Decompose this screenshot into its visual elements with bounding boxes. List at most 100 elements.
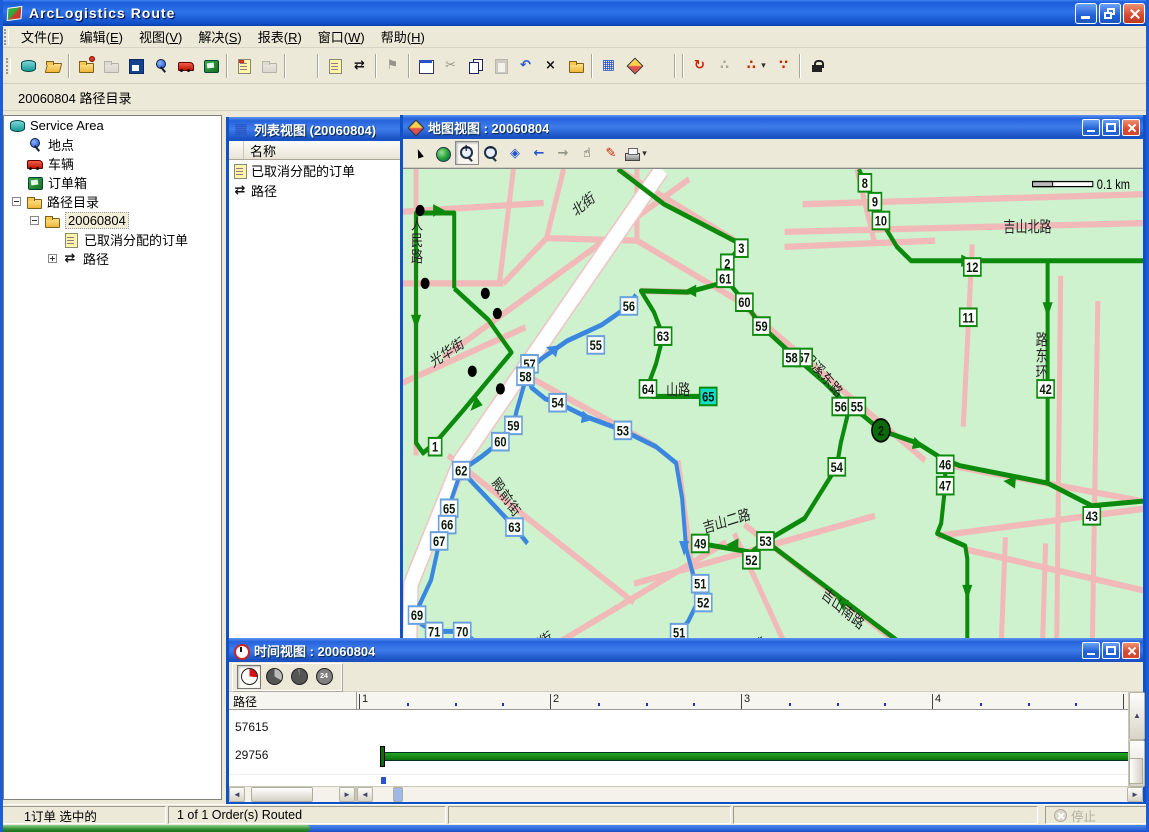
sequence-button[interactable]: ∴▾ bbox=[737, 53, 771, 79]
route-row-label[interactable]: 57615 bbox=[235, 720, 268, 734]
collapse-icon[interactable] bbox=[30, 216, 39, 225]
save-button[interactable] bbox=[123, 53, 148, 79]
new-database-button[interactable] bbox=[15, 53, 40, 79]
menu-window[interactable]: 窗口(W) bbox=[310, 25, 373, 48]
menu-help[interactable]: 帮助(H) bbox=[373, 25, 433, 48]
map-view-titlebar[interactable]: 地图视图 : 20060804 bbox=[403, 115, 1143, 139]
route-row-label[interactable]: 29756 bbox=[235, 748, 268, 762]
lock-button[interactable] bbox=[804, 53, 829, 79]
selected-stop-marker[interactable]: 65 bbox=[700, 388, 717, 406]
stop-marker[interactable]: 3 bbox=[735, 239, 748, 257]
dropdown-caret-icon[interactable]: ▾ bbox=[761, 60, 766, 71]
tree-item-locations[interactable]: 地点 bbox=[4, 135, 221, 154]
minimize-button[interactable] bbox=[1075, 3, 1097, 24]
collapse-icon[interactable] bbox=[12, 197, 21, 206]
stop-marker[interactable]: 56 bbox=[620, 297, 637, 315]
unassigned-order-dot[interactable] bbox=[468, 366, 477, 377]
stop-marker[interactable]: 60 bbox=[736, 293, 753, 311]
list-view-button[interactable]: ▦ bbox=[596, 53, 621, 79]
unassigned-order-dot[interactable] bbox=[416, 205, 425, 216]
stop-marker[interactable]: 10 bbox=[872, 212, 889, 230]
stop-marker[interactable]: 12 bbox=[964, 258, 981, 276]
undo-button[interactable]: ↶ bbox=[513, 53, 538, 79]
map-minimize-button[interactable] bbox=[1082, 119, 1100, 136]
print-button[interactable]: ▾ bbox=[623, 141, 647, 165]
stop-marker[interactable]: 65 bbox=[441, 499, 458, 517]
stop-marker[interactable]: 11 bbox=[960, 308, 977, 326]
stop-marker[interactable]: 54 bbox=[549, 394, 566, 412]
stop-marker[interactable]: 55 bbox=[848, 398, 865, 416]
tree-item-label[interactable]: 已取消分配的订单 bbox=[84, 230, 188, 249]
pan-tool-button[interactable]: ☝ bbox=[575, 141, 599, 165]
menu-edit[interactable]: 编辑(E) bbox=[72, 25, 131, 48]
routes-button[interactable]: ⇄ bbox=[347, 53, 372, 79]
stop-marker[interactable]: 53 bbox=[614, 422, 631, 440]
time-maximize-button[interactable] bbox=[1102, 642, 1120, 659]
unassigned-order-dot[interactable] bbox=[496, 383, 505, 394]
stop-marker[interactable]: 1 bbox=[429, 438, 442, 456]
stop-marker[interactable]: 59 bbox=[753, 317, 770, 335]
stop-marker[interactable]: 58 bbox=[517, 368, 534, 386]
map-maximize-button[interactable] bbox=[1102, 119, 1120, 136]
stop-marker[interactable]: 54 bbox=[828, 458, 845, 476]
stop-marker[interactable]: 42 bbox=[1037, 380, 1054, 398]
send-orders-button[interactable] bbox=[231, 53, 256, 79]
scroll-up-arrow[interactable]: ▲ bbox=[1129, 692, 1145, 740]
zoom-quarter-hour-button[interactable] bbox=[237, 665, 261, 689]
tree-item-folder-20060804[interactable]: 20060804 bbox=[4, 211, 221, 230]
list-row-routes[interactable]: ⇄路径 bbox=[229, 180, 413, 200]
list-view-icon-column[interactable] bbox=[229, 141, 244, 159]
stop-marker[interactable]: 67 bbox=[431, 532, 448, 550]
menu-view[interactable]: 视图(V) bbox=[131, 25, 190, 48]
stop-marker[interactable]: 63 bbox=[506, 518, 523, 536]
scroll-left-arrow[interactable]: ◄ bbox=[357, 787, 373, 802]
back-extent-button[interactable]: ← bbox=[527, 141, 551, 165]
tree-item-label[interactable]: 订单箱 bbox=[48, 173, 87, 192]
close-button[interactable] bbox=[1123, 3, 1145, 24]
stop-marker[interactable]: 66 bbox=[439, 516, 456, 534]
properties-button[interactable] bbox=[413, 53, 438, 79]
route-start-marker[interactable] bbox=[380, 746, 385, 767]
dropdown-caret-icon[interactable]: ▾ bbox=[642, 148, 647, 159]
stop-marker[interactable]: 58 bbox=[783, 349, 800, 367]
tree-item-vehicles[interactable]: 车辆 bbox=[4, 154, 221, 173]
list-view-titlebar[interactable]: ▦ 列表视图 (20060804) bbox=[229, 117, 413, 141]
map-close-button[interactable] bbox=[1122, 119, 1140, 136]
solve-route-button[interactable]: ↻ bbox=[687, 53, 712, 79]
stop-marker[interactable]: 47 bbox=[937, 477, 954, 495]
new-folder-button[interactable] bbox=[73, 53, 98, 79]
scroll-left-arrow[interactable]: ◄ bbox=[229, 787, 245, 802]
scroll-right-arrow[interactable]: ► bbox=[1127, 787, 1143, 802]
tree-item-order-box[interactable]: 订单箱 bbox=[4, 173, 221, 192]
tree-item-label[interactable]: 20060804 bbox=[65, 212, 129, 229]
selected-order-tick[interactable] bbox=[380, 776, 387, 785]
tree-item-service-area[interactable]: Service Area bbox=[4, 116, 221, 135]
time-chart-area[interactable]: 57615 29756 bbox=[229, 710, 1143, 774]
find-button[interactable] bbox=[289, 53, 314, 79]
restore-button[interactable] bbox=[1099, 3, 1121, 24]
order-box-button[interactable] bbox=[198, 53, 223, 79]
tree-item-routes[interactable]: ⇄路径 bbox=[4, 249, 221, 268]
stop-marker[interactable]: 59 bbox=[505, 417, 522, 435]
stop-marker[interactable]: 69 bbox=[409, 606, 426, 624]
timeline-hscrollbar[interactable]: ◄ ► bbox=[357, 787, 1143, 802]
route-time-bar[interactable] bbox=[383, 752, 1129, 761]
route-list-hscrollbar[interactable]: ◄ ► bbox=[229, 787, 357, 802]
expand-icon[interactable] bbox=[48, 254, 57, 263]
stop-marker[interactable]: 8 bbox=[858, 174, 871, 192]
stop-marker[interactable]: 52 bbox=[743, 551, 760, 569]
tree-item-label[interactable]: Service Area bbox=[30, 118, 104, 133]
unassigned-order-dot[interactable] bbox=[493, 308, 502, 319]
open-button[interactable] bbox=[40, 53, 65, 79]
stop-marker[interactable]: 63 bbox=[655, 327, 672, 345]
move-to-folder-button[interactable] bbox=[563, 53, 588, 79]
map-view-button[interactable] bbox=[621, 53, 646, 79]
menu-solve[interactable]: 解决(S) bbox=[190, 25, 249, 48]
menu-reports[interactable]: 报表(R) bbox=[250, 25, 310, 48]
time-close-button[interactable] bbox=[1122, 642, 1140, 659]
scroll-right-arrow[interactable]: ► bbox=[339, 787, 355, 802]
delete-button[interactable]: × bbox=[538, 53, 563, 79]
tree-item-label[interactable]: 路径 bbox=[83, 249, 109, 268]
stop-marker[interactable]: 46 bbox=[937, 456, 954, 474]
full-extent-button[interactable] bbox=[431, 141, 455, 165]
